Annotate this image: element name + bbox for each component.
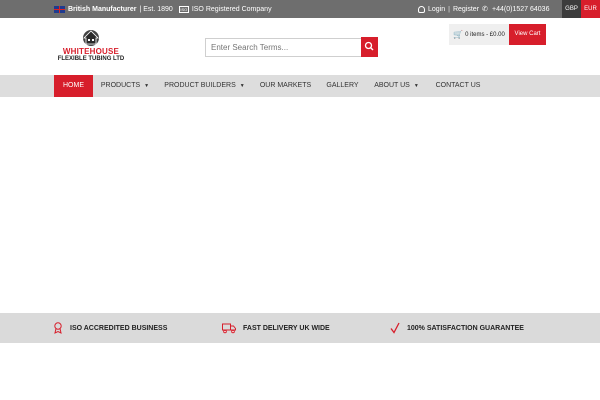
top-bar: British Manufacturer | Est. 1890 ISO ISO… (0, 0, 600, 18)
iso-icon: ISO (178, 5, 189, 13)
nav-item-label: OUR MARKETS (259, 82, 312, 89)
search-button[interactable] (361, 37, 378, 57)
view-cart-button[interactable]: View Cart (509, 24, 546, 45)
uk-flag-icon (54, 5, 65, 13)
user-icon (418, 5, 425, 13)
nav-item-about-us[interactable]: ABOUT US ▼ (366, 75, 427, 97)
logo[interactable]: WHITEHOUSE FLEXIBLE TUBING LTD (56, 28, 126, 66)
top-bar-info: British Manufacturer | Est. 1890 ISO ISO… (54, 0, 272, 18)
phone-icon: ✆ (482, 5, 488, 13)
checkmark-icon (390, 322, 400, 334)
logo-subtitle: FLEXIBLE TUBING LTD (57, 56, 125, 62)
caret-down-icon: ▼ (144, 83, 150, 89)
feature-iso-accredited: ISO ACCREDITED BUSINESS (53, 313, 167, 343)
cart-summary-text: 0 items - £0.00 (465, 31, 505, 38)
feature-fast-delivery: FAST DELIVERY UK WIDE (222, 313, 330, 343)
feature-satisfaction: 100% SATISFACTION GUARANTEE (390, 313, 524, 343)
feature-label: FAST DELIVERY UK WIDE (243, 324, 330, 332)
delivery-truck-icon (222, 323, 236, 334)
nav-item-label: CONTACT US (435, 82, 481, 89)
login-link[interactable]: Login (428, 6, 445, 13)
nav-item-label: GALLERY (326, 82, 359, 89)
nav-item-home[interactable]: HOME (54, 75, 93, 97)
features-strip: ISO ACCREDITED BUSINESS FAST DELIVERY UK… (0, 313, 600, 343)
caret-down-icon: ▼ (239, 83, 245, 89)
search-input[interactable] (205, 38, 362, 57)
nav-item-label: PRODUCT BUILDERS (164, 82, 236, 89)
cart-summary[interactable]: 🛒 0 items - £0.00 (449, 24, 509, 45)
search-icon (364, 41, 374, 51)
divider: | (448, 5, 450, 13)
nav-item-label: HOME (63, 82, 84, 89)
house-logo-icon (83, 30, 99, 46)
iso-registered-text: ISO Registered Company (191, 5, 272, 13)
shopping-cart-icon: 🛒 (453, 29, 464, 39)
currency-gbp-button[interactable]: GBP (562, 0, 581, 18)
award-ribbon-icon (54, 322, 62, 334)
phone-number[interactable]: +44(0)1527 64036 (492, 6, 549, 13)
nav-item-products[interactable]: PRODUCTS ▼ (93, 75, 157, 97)
feature-label: 100% SATISFACTION GUARANTEE (407, 324, 524, 332)
established-text: | Est. 1890 (139, 5, 173, 13)
register-link[interactable]: Register (453, 6, 479, 13)
nav-item-label: PRODUCTS (100, 82, 141, 89)
nav-item-label: ABOUT US (374, 82, 410, 89)
feature-label: ISO ACCREDITED BUSINESS (70, 324, 168, 332)
top-bar-account: Login | Register ✆ +44(0)1527 64036 (418, 0, 549, 18)
nav-item-gallery[interactable]: GALLERY (319, 75, 366, 97)
nav-item-our-markets[interactable]: OUR MARKETS (252, 75, 319, 97)
nav-item-contact-us[interactable]: CONTACT US (427, 75, 489, 97)
currency-eur-button[interactable]: EUR (581, 0, 600, 18)
main-nav: HOME PRODUCTS ▼ PRODUCT BUILDERS ▼ OUR MAR… (0, 75, 600, 97)
british-manufacturer-text: British Manufacturer (68, 5, 137, 13)
caret-down-icon: ▼ (413, 83, 419, 89)
nav-item-product-builders[interactable]: PRODUCT BUILDERS ▼ (157, 75, 252, 97)
logo-name: WHITEHOUSE (62, 47, 120, 56)
